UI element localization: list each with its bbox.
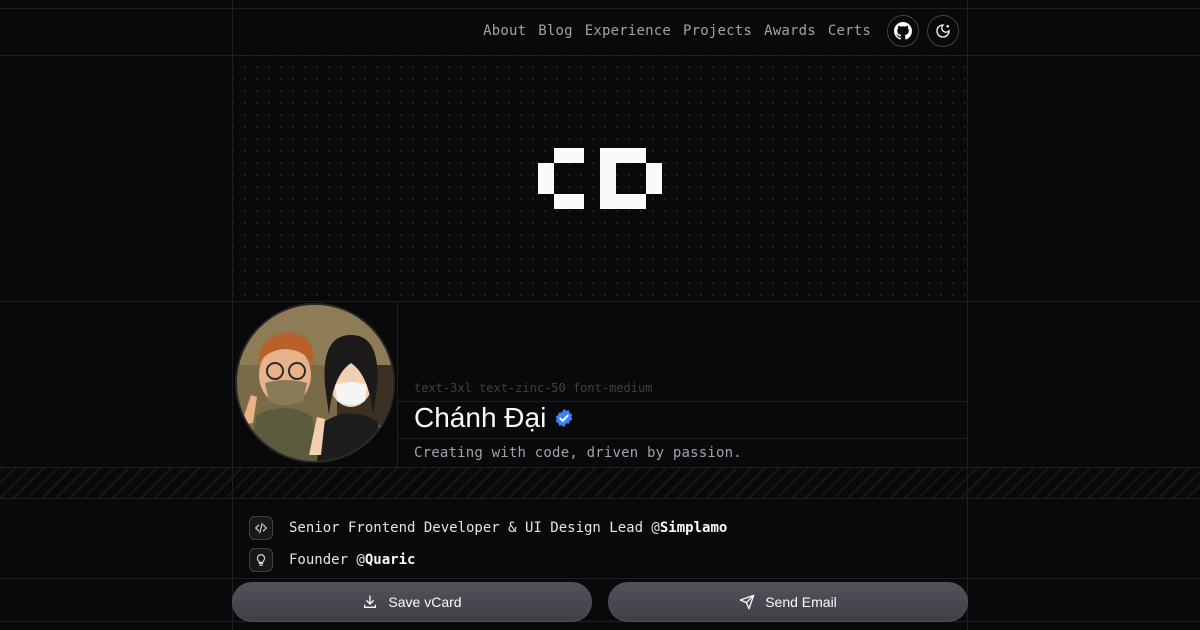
lightbulb-icon [249,548,273,572]
grid-line [398,438,967,439]
avatar [235,303,395,463]
founder-text: Founder @Quaric [289,552,416,568]
nav-link-blog[interactable]: Blog [538,23,573,39]
org-link-quaric[interactable]: Quaric [365,552,416,568]
grid-line [0,621,1200,622]
org-link-simplamo[interactable]: Simplamo [660,520,727,536]
theme-toggle-button[interactable] [927,15,959,47]
theme-toggle-icon [936,24,950,38]
hero-banner [233,55,967,301]
nav-link-experience[interactable]: Experience [585,23,671,39]
role-text: Senior Frontend Developer & UI Design Le… [289,520,728,536]
profile-tagline: Creating with code, driven by passion. [414,445,742,461]
grid-line [0,301,1200,302]
top-nav: About Blog Experience Projects Awards Ce… [233,8,967,54]
cd-pixel-logo [538,148,662,209]
send-icon [739,594,755,610]
grid-line [397,301,398,467]
download-icon [364,595,377,608]
class-hint-text: text-3xl text-zinc-50 font-medium [414,381,653,395]
profile-name: Chánh Đại [414,402,547,433]
verified-badge-icon [556,408,573,428]
github-icon [894,22,912,40]
nav-link-awards[interactable]: Awards [764,23,816,39]
nav-link-projects[interactable]: Projects [683,23,752,39]
github-button[interactable] [887,15,919,47]
nav-link-about[interactable]: About [483,23,526,39]
save-vcard-button[interactable]: Save vCard [232,582,592,622]
code-icon [249,516,273,540]
save-vcard-label: Save vCard [388,594,462,610]
avatar-illustration [237,305,393,461]
profile-name-row: Chánh Đại [414,402,574,434]
info-row-founder: Founder @Quaric [249,548,415,572]
hatch-divider [0,467,1200,499]
grid-line [0,578,1200,579]
nav-link-certs[interactable]: Certs [828,23,871,39]
avatar-frame [233,301,397,465]
send-email-label: Send Email [765,594,837,610]
info-row-role: Senior Frontend Developer & UI Design Le… [249,516,727,540]
send-email-button[interactable]: Send Email [608,582,968,622]
grid-line [967,0,968,630]
